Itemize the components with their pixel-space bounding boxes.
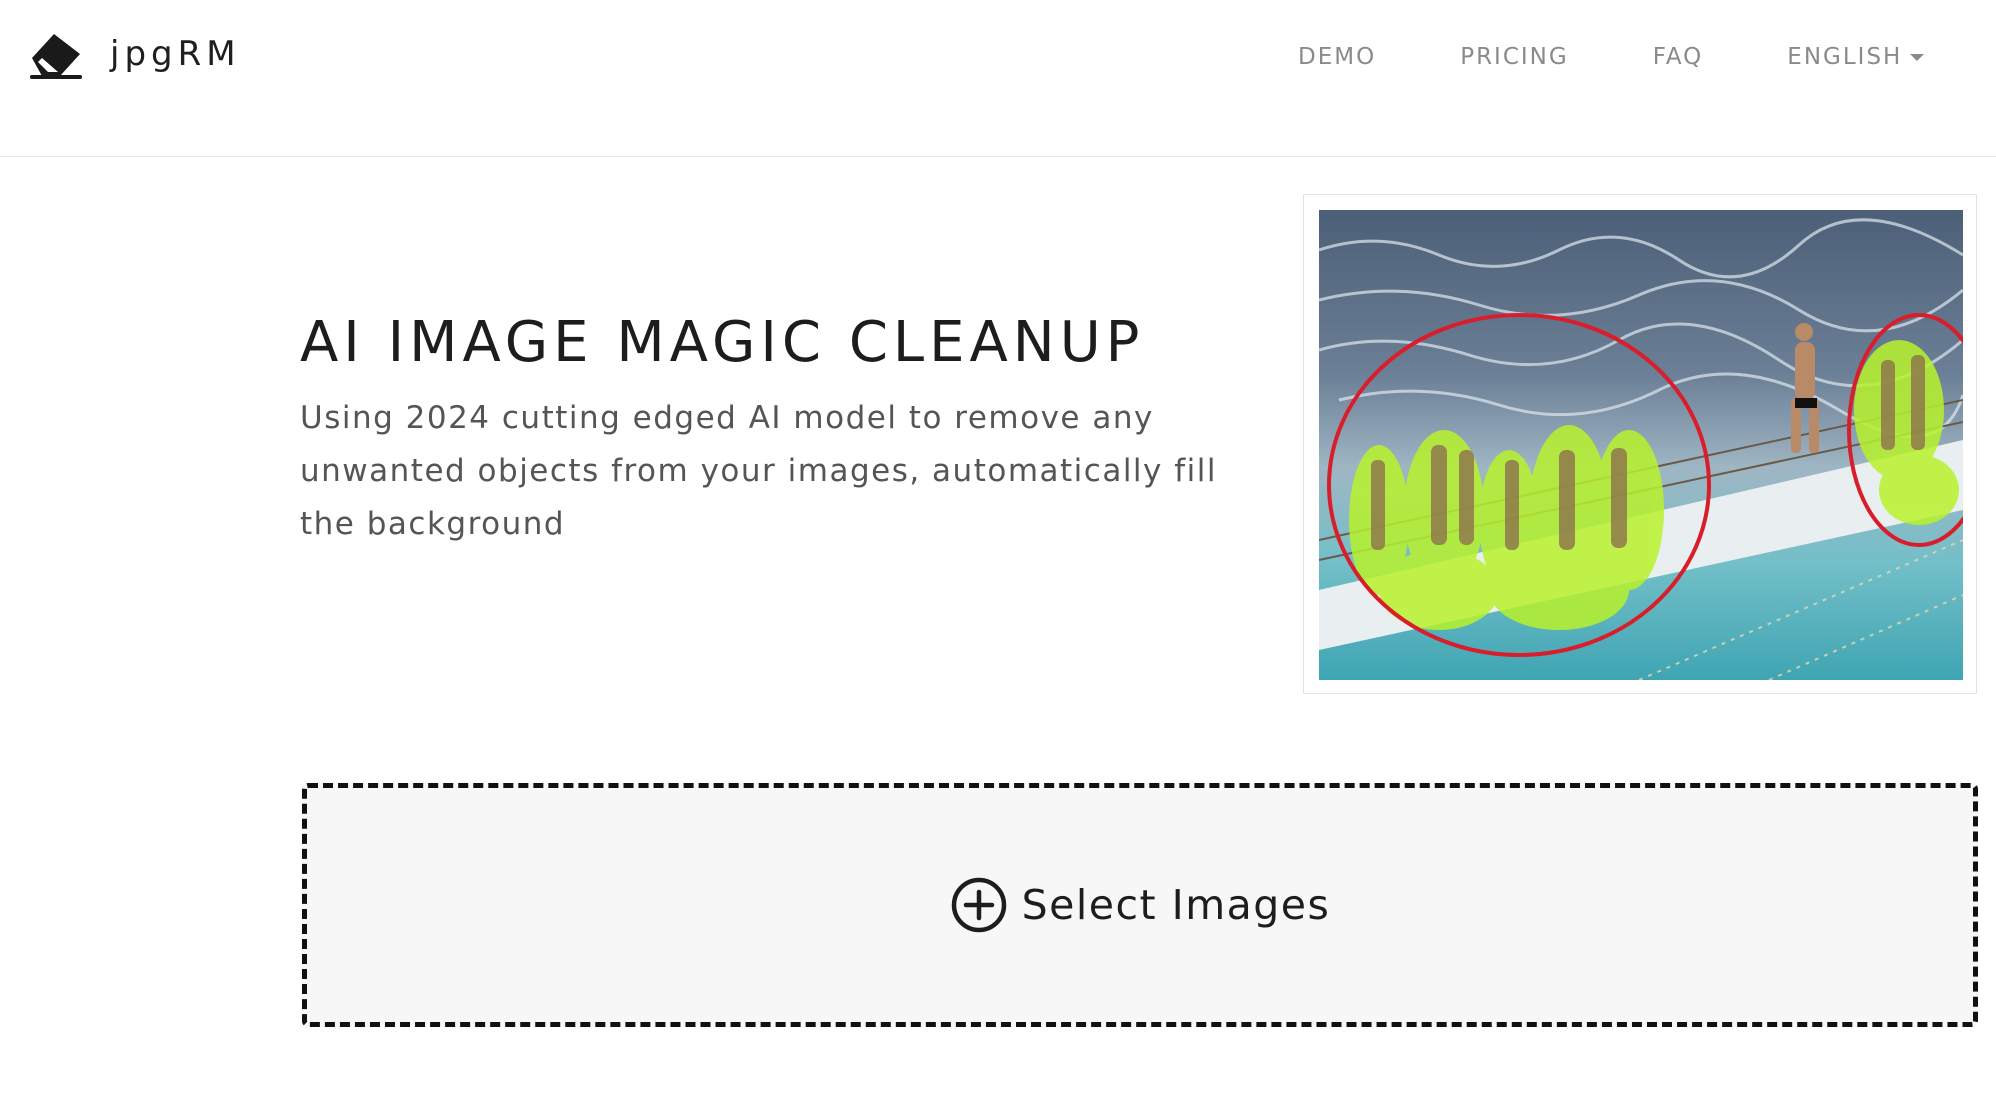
image-upload-dropzone[interactable]: Select Images (302, 783, 1978, 1027)
nav-faq[interactable]: FAQ (1653, 44, 1704, 70)
select-images-label: Select Images (1021, 881, 1331, 929)
brand-name: jpgRM (110, 34, 241, 74)
caret-down-icon (1910, 53, 1925, 61)
demo-beach-image (1319, 210, 1963, 680)
language-label: ENGLISH (1787, 44, 1903, 70)
demo-image-card (1303, 194, 1977, 694)
main-nav: DEMO PRICING FAQ ENGLISH (1298, 44, 1925, 70)
nav-pricing[interactable]: PRICING (1460, 44, 1569, 70)
select-images-button[interactable]: Select Images (950, 876, 1331, 934)
top-navbar: jpgRM DEMO PRICING FAQ ENGLISH (0, 0, 1996, 157)
plus-circle-icon (951, 877, 1006, 933)
hero-title: AI IMAGE MAGIC CLEANUP (300, 310, 1145, 375)
hero-subtitle: Using 2024 cutting edged AI model to rem… (300, 400, 1217, 542)
eraser-icon (30, 34, 82, 79)
brand-logo-link[interactable]: jpgRM (28, 28, 241, 80)
nav-demo[interactable]: DEMO (1298, 44, 1376, 70)
language-dropdown[interactable]: ENGLISH (1787, 44, 1925, 70)
